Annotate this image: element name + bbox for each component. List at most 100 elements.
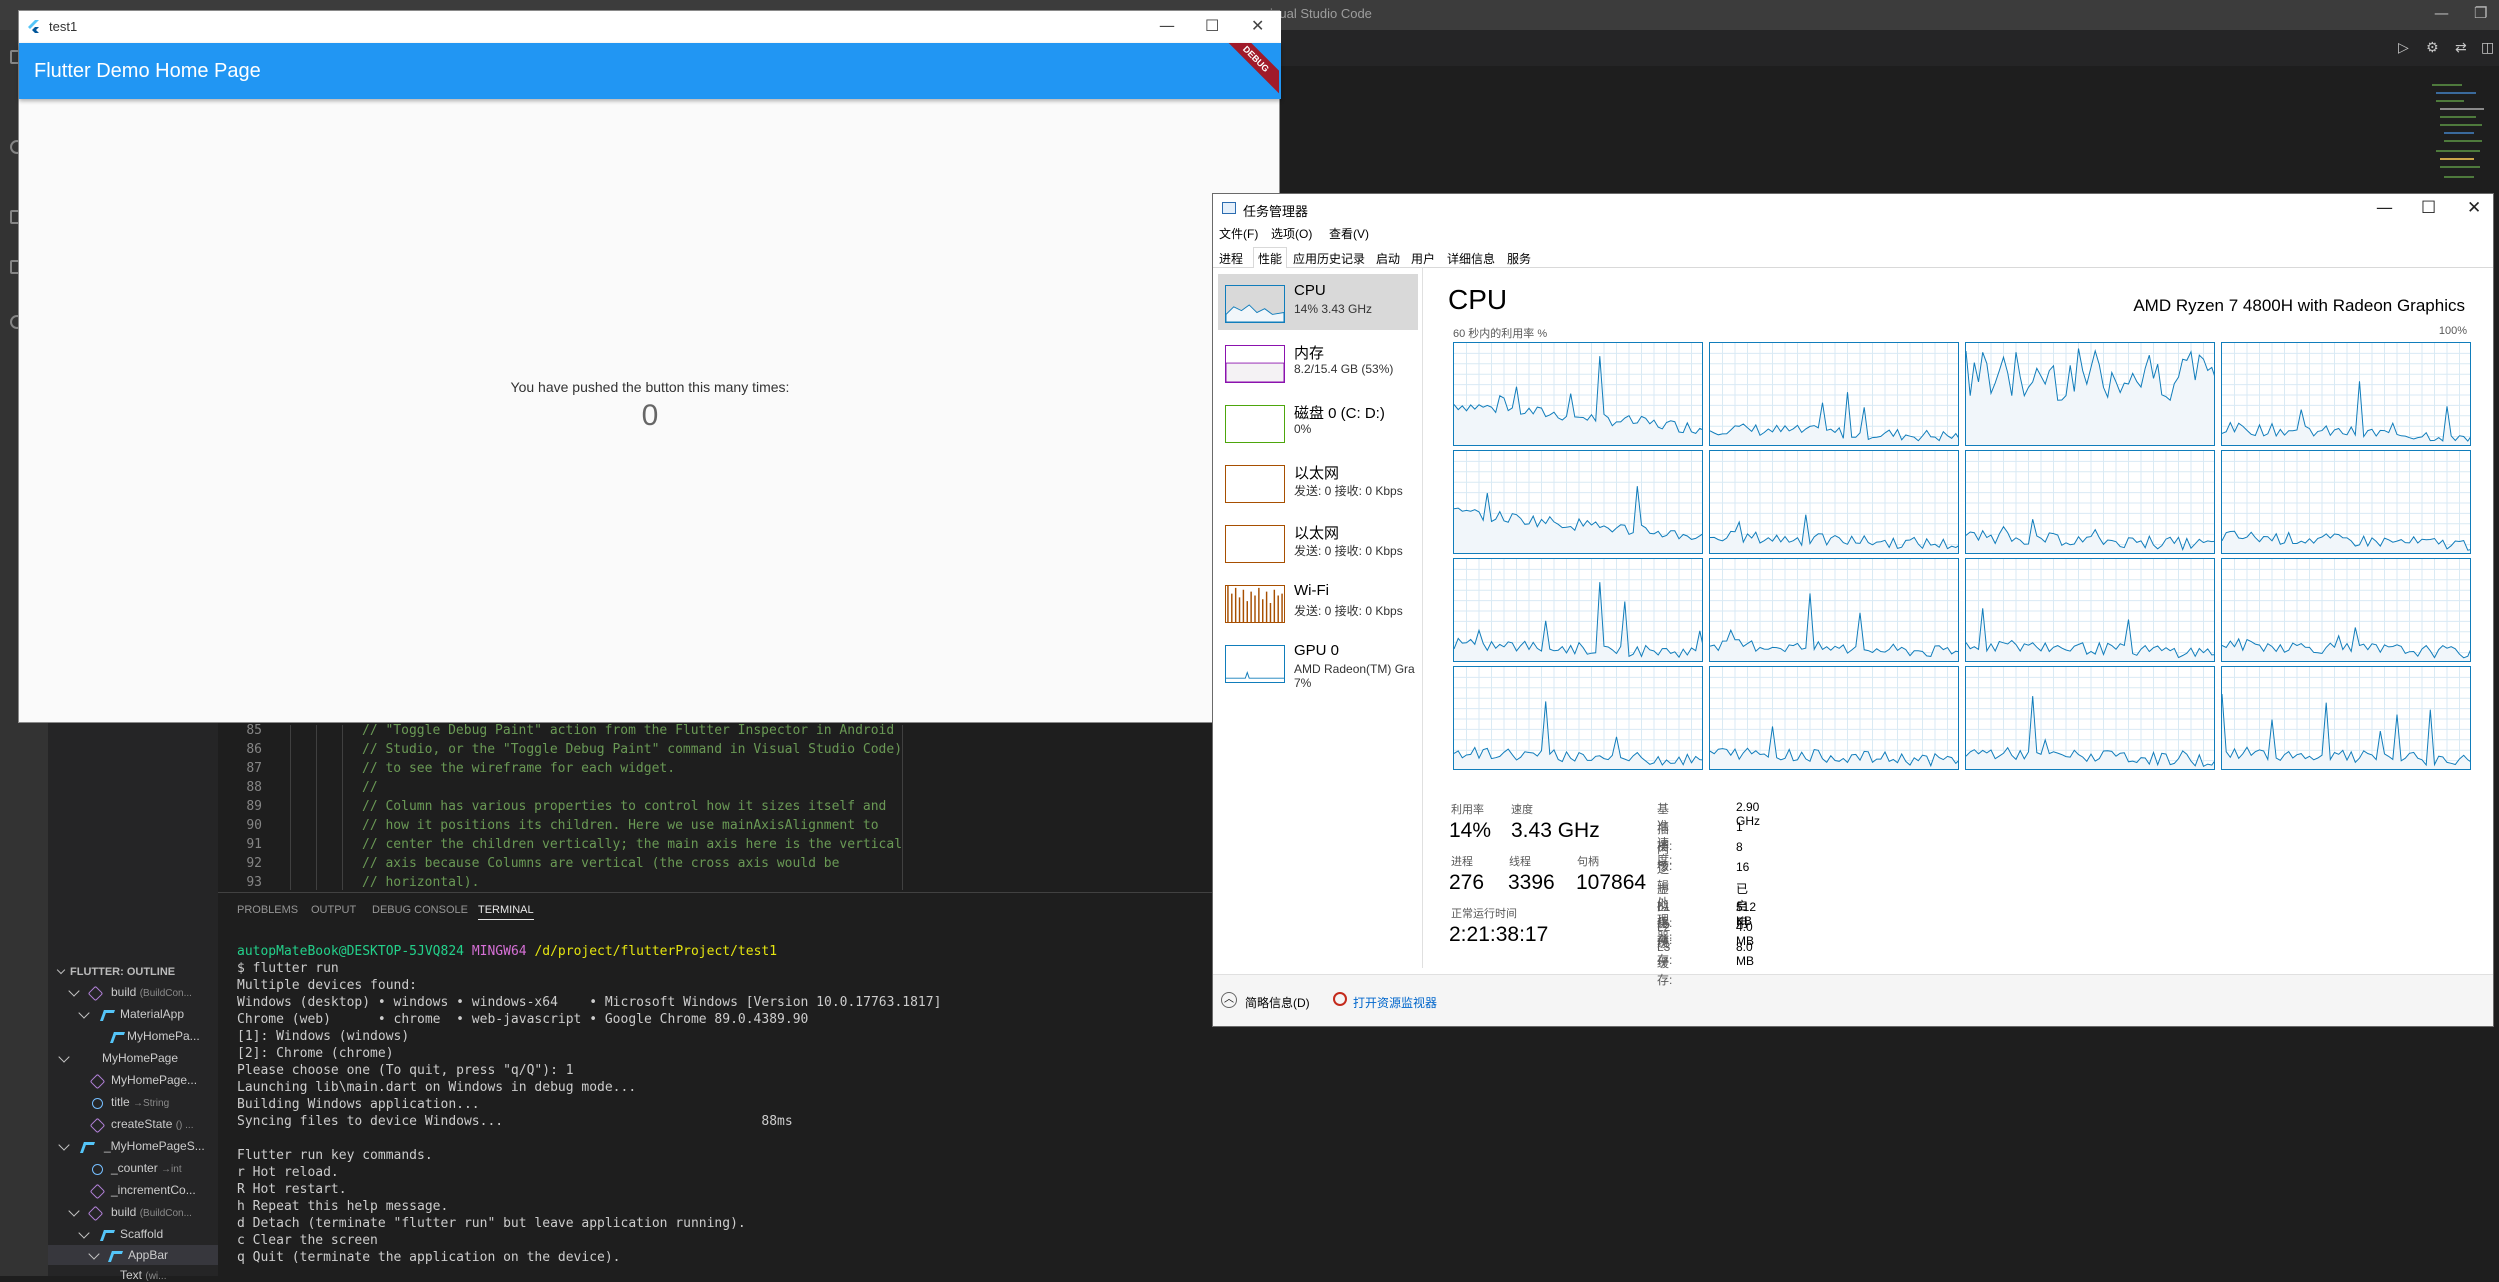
disk-thumb-graph <box>1225 405 1285 443</box>
resource-ethernet-2[interactable]: 以太网 发送: 0 接收: 0 Kbps <box>1218 514 1418 570</box>
line-number: 86 <box>246 742 262 757</box>
memory-thumb-graph <box>1225 345 1285 383</box>
field-icon <box>92 1098 103 1109</box>
tab-startup[interactable]: 启动 <box>1376 250 1400 267</box>
outline-item[interactable]: build (BuildCon... <box>68 985 192 1002</box>
outline-item[interactable]: title →String <box>90 1095 169 1109</box>
close-icon[interactable]: ✕ <box>2467 198 2481 218</box>
tab-processes[interactable]: 进程 <box>1219 250 1243 267</box>
outline-item[interactable]: MyHomePage <box>58 1051 178 1065</box>
resource-disk[interactable]: 磁盘 0 (C: D:) 0% <box>1218 394 1418 450</box>
tab-debug-console[interactable]: DEBUG CONSOLE <box>372 904 468 916</box>
outline-item[interactable]: MyHomePa... <box>109 1029 200 1043</box>
core-graph <box>1453 666 1703 770</box>
flutter-logo-icon <box>28 20 39 33</box>
core-graph-svg <box>1966 667 2214 769</box>
minimize-icon[interactable]: — <box>2434 4 2449 22</box>
app-bar-title: Flutter Demo Home Page <box>34 60 261 82</box>
tab-problems[interactable]: PROBLEMS <box>237 904 298 916</box>
flutter-titlebar[interactable]: test1 — ☐ ✕ <box>19 11 1281 43</box>
compare-icon[interactable]: ⇄ <box>2455 40 2467 56</box>
resource-wifi[interactable]: Wi-Fi 发送: 0 接收: 0 Kbps <box>1218 574 1418 630</box>
core-graph <box>2221 666 2471 770</box>
resource-memory[interactable]: 内存 8.2/15.4 GB (53%) <box>1218 334 1418 390</box>
tab-performance[interactable]: 性能 <box>1253 247 1288 270</box>
code-line: // to see the wireframe for each widget. <box>362 761 676 776</box>
core-graph-svg <box>1966 559 2214 661</box>
menu-view[interactable]: 查看(V) <box>1329 225 1369 242</box>
core-graph <box>1709 342 1959 446</box>
code-line: // Studio, or the "Toggle Debug Paint" c… <box>362 742 903 757</box>
editor-tabbar <box>1280 30 2499 66</box>
outline-header[interactable]: FLUTTER: OUTLINE <box>48 962 218 984</box>
gpu-thumb-graph <box>1225 645 1285 683</box>
cpu-model: AMD Ryzen 7 4800H with Radeon Graphics <box>2133 296 2465 315</box>
flutter-window-title: test1 <box>49 19 78 34</box>
restore-icon[interactable]: ❐ <box>2474 4 2487 22</box>
outline-item[interactable]: MyHomePage... <box>89 1073 197 1090</box>
method-icon <box>89 1117 106 1134</box>
terminal-line: Flutter run key commands. <box>237 1148 433 1163</box>
outline-item[interactable]: Text (wi... <box>120 1268 166 1282</box>
tab-details[interactable]: 详细信息 <box>1447 250 1495 267</box>
wifi-thumb-graph <box>1225 585 1285 623</box>
class-icon <box>79 1142 96 1153</box>
close-icon[interactable]: ✕ <box>1251 16 1264 35</box>
split-editor-icon[interactable]: ◫ <box>2481 40 2494 56</box>
outline-item[interactable]: MaterialApp <box>78 1007 184 1021</box>
outline-item[interactable]: Scaffold <box>78 1227 163 1241</box>
line-number: 89 <box>246 799 262 814</box>
core-graph-svg <box>1454 667 1702 769</box>
minimize-icon[interactable]: — <box>2376 198 2393 218</box>
terminal-line: r Hot reload. <box>237 1165 339 1180</box>
terminal-prompt: autopMateBook@DESKTOP-5JVQ824 MINGW64 /d… <box>237 944 778 959</box>
run-icon[interactable]: ▷ <box>2398 40 2409 56</box>
code-line: // Column has various properties to cont… <box>362 799 887 814</box>
util-label: 利用率 <box>1451 804 1484 816</box>
minimap[interactable] <box>2430 80 2485 190</box>
tab-output[interactable]: OUTPUT <box>311 904 356 916</box>
core-graph <box>1709 450 1959 554</box>
tab-terminal[interactable]: TERMINAL <box>478 904 534 920</box>
maximize-icon[interactable]: ☐ <box>2421 198 2436 218</box>
maximize-icon[interactable]: ☐ <box>1205 16 1219 35</box>
handle-value: 107864 <box>1576 871 1647 894</box>
speed-label: 速度 <box>1511 804 1533 816</box>
core-graph <box>2221 450 2471 554</box>
core-graph <box>1453 558 1703 662</box>
outline-item[interactable]: createState () ... <box>89 1117 194 1134</box>
resource-gpu[interactable]: GPU 0 AMD Radeon(TM) Gra 7% <box>1218 634 1418 690</box>
brief-info-button[interactable]: 简略信息(D) <box>1245 994 1310 1011</box>
terminal-line: [1]: Windows (windows) <box>237 1029 410 1044</box>
outline-item[interactable]: _incrementCo... <box>89 1183 196 1200</box>
cpu-core-graphs[interactable] <box>1453 342 2479 772</box>
outline-item[interactable]: _counter →int <box>90 1161 182 1175</box>
resource-ethernet[interactable]: 以太网 发送: 0 接收: 0 Kbps <box>1218 454 1418 510</box>
core-graph <box>2221 342 2471 446</box>
chevron-up-icon[interactable]: ︿ <box>1221 992 1237 1008</box>
core-graph-svg <box>1710 451 1958 553</box>
terminal-line: Launching lib\main.dart on Windows in de… <box>237 1080 637 1095</box>
task-manager-icon <box>1222 202 1236 214</box>
resource-cpu[interactable]: CPU 14% 3.43 GHz <box>1218 274 1418 330</box>
debug-icon[interactable]: ⚙ <box>2426 40 2439 56</box>
tab-services[interactable]: 服务 <box>1507 250 1531 267</box>
core-graph-svg <box>1710 559 1958 661</box>
minimize-icon[interactable]: — <box>1159 16 1175 35</box>
vscode-title: isual Studio Code <box>1270 6 1372 21</box>
menu-options[interactable]: 选项(O) <box>1271 225 1312 242</box>
tab-app-history[interactable]: 应用历史记录 <box>1293 250 1365 267</box>
core-graph-svg <box>2222 559 2470 661</box>
outline-item[interactable]: build (BuildCon... <box>68 1205 192 1222</box>
tab-users[interactable]: 用户 <box>1411 250 1435 267</box>
detail-value: 16 <box>1736 860 1750 874</box>
menu-file[interactable]: 文件(F) <box>1219 225 1258 242</box>
line-number: 92 <box>246 856 262 871</box>
open-resource-monitor-link[interactable]: 打开资源监视器 <box>1353 994 1437 1011</box>
process-label: 进程 <box>1451 856 1473 868</box>
terminal-line: Please choose one (To quit, press "q/Q")… <box>237 1063 574 1078</box>
uptime-value: 2:21:38:17 <box>1449 923 1549 946</box>
outline-item[interactable]: _MyHomePageS... <box>58 1139 205 1153</box>
core-graph-svg <box>1454 343 1702 445</box>
outline-item-selected[interactable]: AppBar <box>88 1248 168 1262</box>
